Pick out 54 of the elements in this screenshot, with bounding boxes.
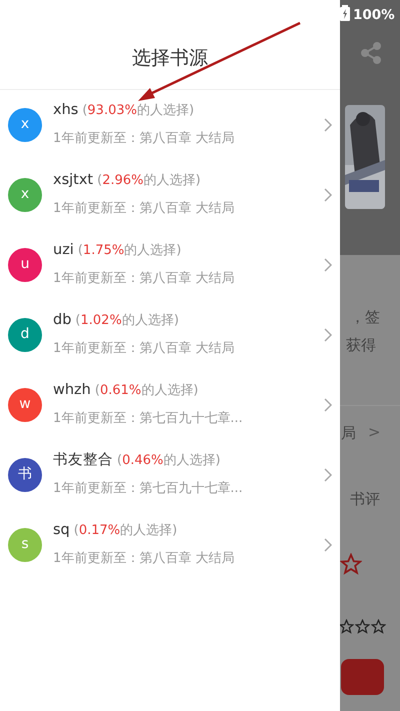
- source-name: uzi: [53, 241, 74, 260]
- avatar: x: [8, 108, 42, 142]
- source-item[interactable]: 书 书友整合 (0.46%的人选择) 1年前更新至：第七百九十七章...: [0, 440, 340, 510]
- update-text: 1年前更新至：第八百章 大结局: [53, 270, 236, 288]
- chevron-icon: [324, 328, 332, 342]
- chevron-icon: [324, 188, 332, 202]
- avatar: d: [8, 318, 42, 352]
- choice-share-text: (0.46%的人选择): [117, 452, 220, 470]
- chevron-icon: [324, 118, 332, 132]
- update-text: 1年前更新至：第八百章 大结局: [53, 340, 236, 358]
- chevron-text: >: [368, 422, 381, 443]
- background-text: 局: [341, 423, 356, 444]
- star-icon[interactable]: [355, 619, 370, 634]
- chevron-icon: [324, 258, 332, 272]
- source-item[interactable]: s sq (0.17%的人选择) 1年前更新至：第八百章 大结局: [0, 510, 340, 580]
- choice-share-text: (2.96%的人选择): [97, 172, 201, 190]
- star-icon[interactable]: [339, 619, 354, 634]
- update-text: 1年前更新至：第七百九十七章...: [53, 410, 244, 428]
- source-name: sq: [53, 521, 70, 540]
- choice-share-text: (93.03%的人选择): [82, 102, 194, 120]
- update-text: 1年前更新至：第七百九十七章...: [53, 480, 244, 498]
- avatar: w: [8, 388, 42, 422]
- drawer-title: 选择书源: [0, 0, 340, 90]
- choice-share-text: (1.75%的人选择): [78, 242, 182, 260]
- background-text: ，签: [350, 307, 380, 328]
- star-icon[interactable]: [371, 619, 386, 634]
- source-item[interactable]: u uzi (1.75%的人选择) 1年前更新至：第八百章 大结局: [0, 230, 340, 300]
- choice-share-text: (0.61%的人选择): [94, 382, 198, 400]
- background-text: 获得: [346, 335, 376, 356]
- source-item[interactable]: x xsjtxt (2.96%的人选择) 1年前更新至：第八百章 大结局: [0, 160, 340, 230]
- star-icon[interactable]: [340, 553, 362, 575]
- source-item[interactable]: x xhs (93.03%的人选择) 1年前更新至：第八百章 大结局: [0, 90, 340, 160]
- avatar: u: [8, 248, 42, 282]
- chevron-icon: [324, 398, 332, 412]
- action-button[interactable]: [341, 659, 384, 695]
- background-text: 书评: [350, 489, 380, 510]
- avatar: s: [8, 528, 42, 562]
- choice-share-text: (1.02%的人选择): [75, 312, 179, 330]
- source-name: xhs: [53, 101, 78, 120]
- chevron-icon: [324, 538, 332, 552]
- update-text: 1年前更新至：第八百章 大结局: [53, 550, 236, 568]
- avatar: 书: [8, 458, 42, 492]
- chevron-icon: [324, 468, 332, 482]
- source-name: 书友整合: [53, 451, 113, 470]
- source-name: whzh: [53, 381, 91, 400]
- battery-level-text: 100%: [353, 6, 395, 25]
- source-name: db: [53, 311, 72, 330]
- avatar: x: [8, 178, 42, 212]
- source-item[interactable]: d db (1.02%的人选择) 1年前更新至：第八百章 大结局: [0, 300, 340, 370]
- choice-share-text: (0.17%的人选择): [74, 522, 178, 540]
- source-name: xsjtxt: [53, 171, 94, 190]
- update-text: 1年前更新至：第八百章 大结局: [53, 130, 236, 148]
- source-item[interactable]: w whzh (0.61%的人选择) 1年前更新至：第七百九十七章...: [0, 370, 340, 440]
- update-text: 1年前更新至：第八百章 大结局: [53, 200, 236, 218]
